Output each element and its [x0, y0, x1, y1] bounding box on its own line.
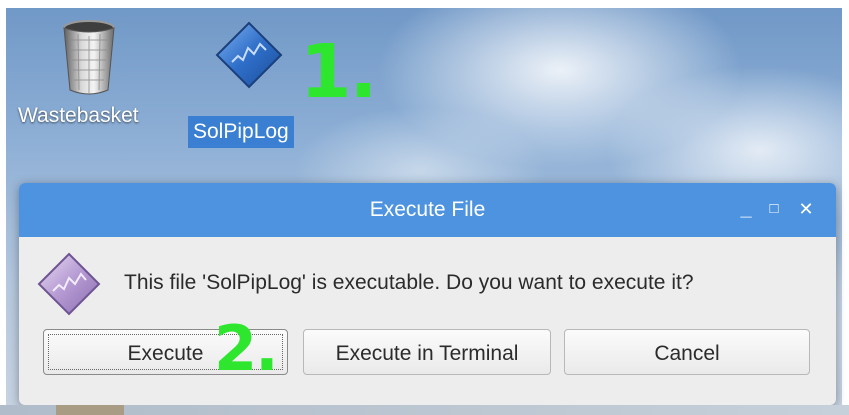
left-margin: [0, 0, 6, 415]
dialog-message: This file 'SolPipLog' is executable. Do …: [124, 271, 694, 294]
trash-bin-icon: [63, 20, 115, 95]
desktop-icon-label-selected: SolPipLog: [188, 116, 294, 148]
dialog-title: Execute File: [369, 198, 486, 221]
execute-in-terminal-button[interactable]: Execute in Terminal: [303, 329, 551, 375]
execute-file-dialog: Execute File _ □ ✕ This file 'SolPipLog'…: [19, 183, 836, 405]
desktop-icon-label: Wastebasket: [18, 104, 139, 127]
minimize-button[interactable]: _: [735, 197, 757, 221]
cancel-button[interactable]: Cancel: [564, 329, 810, 375]
right-margin: [842, 0, 849, 415]
desktop-bottom-edge: [0, 405, 849, 415]
close-button[interactable]: ✕: [795, 197, 817, 221]
annotation-step-1: 1.: [300, 29, 378, 115]
annotation-step-2: 2.: [214, 312, 279, 385]
dialog-titlebar[interactable]: Execute File _ □ ✕: [19, 183, 836, 237]
top-margin: [0, 0, 849, 8]
executable-file-icon: [37, 252, 101, 316]
executable-diamond-icon: [215, 21, 283, 89]
maximize-button[interactable]: □: [763, 197, 785, 221]
desktop-bottom-object: [56, 405, 124, 415]
